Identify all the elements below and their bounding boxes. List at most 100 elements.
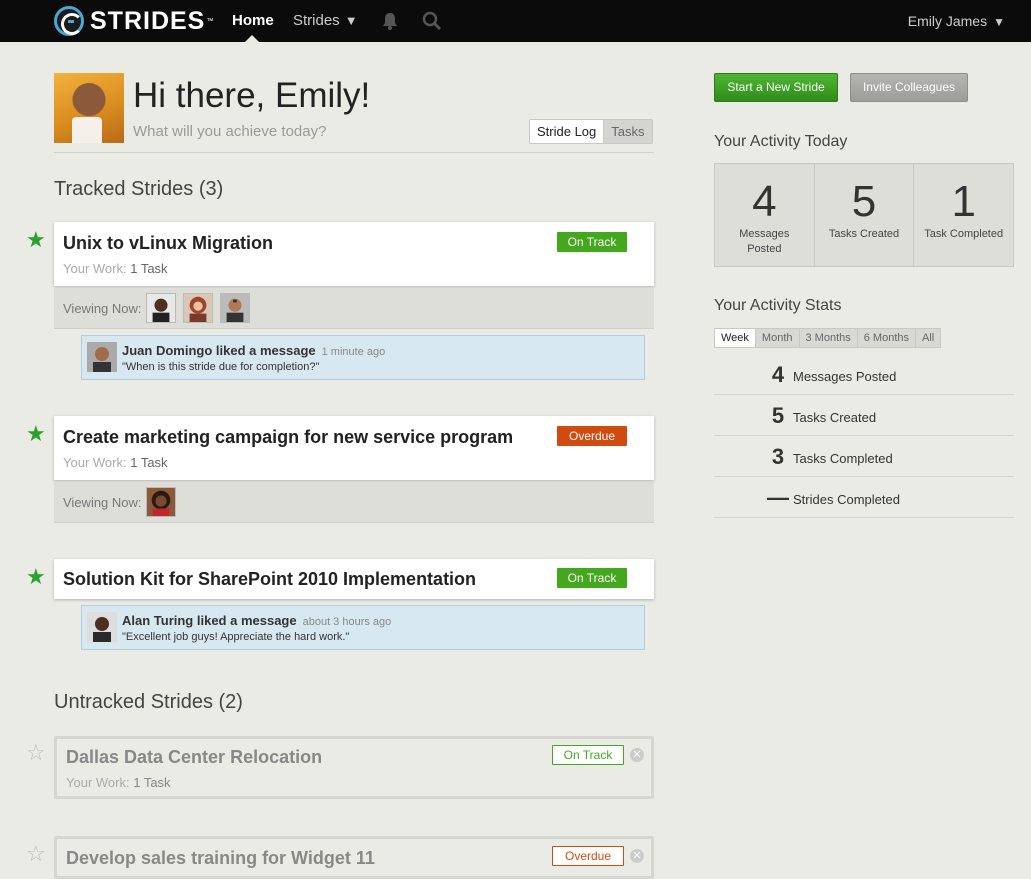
- activity-time: about 3 hours ago: [302, 616, 392, 628]
- activity-quote: "Excellent job guys! Appreciate the hard…: [122, 631, 350, 643]
- today-stat: 1 Task Completed: [914, 164, 1013, 266]
- today-stat-label: Messages Posted: [739, 228, 790, 255]
- stride-card[interactable]: Create marketing campaign for new servic…: [54, 416, 654, 480]
- stride-work: Your Work: 1 Task: [66, 775, 171, 790]
- status-badge[interactable]: On Track: [552, 745, 624, 765]
- tab-week[interactable]: Week: [715, 329, 755, 347]
- start-new-stride-button[interactable]: Start a New Stride: [714, 73, 838, 102]
- work-label: Your Work:: [63, 455, 127, 470]
- user-menu[interactable]: Emily James ▼: [908, 13, 1005, 29]
- stride-title[interactable]: Create marketing campaign for new servic…: [63, 427, 513, 448]
- viewing-now-bar: Viewing Now:: [54, 482, 654, 523]
- stride-title[interactable]: Dallas Data Center Relocation: [66, 747, 322, 768]
- stat-row: 3 Tasks Completed: [714, 436, 1014, 477]
- chevron-down-icon: ▼: [993, 15, 1005, 29]
- star-filled-icon[interactable]: ★: [26, 423, 46, 445]
- activity-actor[interactable]: Alan Turing liked a message: [122, 613, 297, 628]
- view-toggle: Stride Log Tasks: [529, 119, 653, 144]
- work-value[interactable]: 1 Task: [130, 455, 167, 470]
- today-stat: 5 Tasks Created: [815, 164, 915, 266]
- close-icon[interactable]: ✕: [630, 849, 644, 863]
- stride-card[interactable]: Solution Kit for SharePoint 2010 Impleme…: [54, 559, 654, 599]
- stat-label: Messages Posted: [793, 369, 897, 384]
- stride-title[interactable]: Develop sales training for Widget 11: [66, 848, 375, 869]
- activity-quote: "When is this stride due for completion?…: [122, 361, 320, 373]
- stat-value: —: [767, 485, 789, 510]
- status-badge[interactable]: On Track: [557, 568, 627, 588]
- activity-notification[interactable]: Alan Turing liked a message about 3 hours…: [81, 605, 645, 650]
- today-stat-label: Tasks Created: [828, 228, 900, 240]
- stride-card[interactable]: Unix to vLinux Migration Your Work: 1 Ta…: [54, 222, 654, 286]
- avatar[interactable]: [87, 342, 117, 372]
- tab-month[interactable]: Month: [754, 329, 799, 347]
- divider: [54, 152, 654, 153]
- stride-title[interactable]: Unix to vLinux Migration: [63, 233, 273, 254]
- stride-work: Your Work: 1 Task: [63, 261, 168, 276]
- active-nav-indicator: [245, 35, 259, 42]
- work-value[interactable]: 1 Task: [133, 775, 170, 790]
- tab-tasks[interactable]: Tasks: [603, 120, 652, 143]
- today-stat: 4 Messages Posted: [715, 164, 815, 266]
- strides-logo-icon: [54, 6, 84, 36]
- bell-icon[interactable]: [380, 11, 400, 36]
- stat-row: 4 Messages Posted: [714, 354, 1014, 395]
- status-badge[interactable]: On Track: [557, 232, 627, 252]
- stride-work: Your Work: 1 Task: [63, 455, 168, 470]
- stat-label: Strides Completed: [793, 492, 900, 507]
- work-label: Your Work:: [66, 775, 130, 790]
- today-stat-value: 1: [951, 177, 976, 226]
- stride-card[interactable]: Dallas Data Center Relocation Your Work:…: [54, 736, 654, 799]
- stat-row: 5 Tasks Created: [714, 395, 1014, 436]
- greeting-title: Hi there, Emily!: [133, 76, 371, 115]
- activity-text: Alan Turing liked a message about 3 hours…: [122, 613, 391, 628]
- untracked-strides-heading: Untracked Strides (2): [54, 691, 243, 713]
- tab-3-months[interactable]: 3 Months: [798, 329, 857, 347]
- star-outline-icon[interactable]: ☆: [26, 843, 46, 865]
- tab-stride-log[interactable]: Stride Log: [530, 120, 604, 143]
- star-outline-icon[interactable]: ☆: [26, 742, 46, 764]
- stride-title[interactable]: Solution Kit for SharePoint 2010 Impleme…: [63, 569, 476, 590]
- viewing-now-bar: Viewing Now:: [54, 288, 654, 329]
- top-navigation-bar: STRIDES ™ Home Strides ▼ Emily James ▼: [0, 0, 1031, 42]
- stat-row: — Strides Completed: [714, 477, 1014, 518]
- avatar[interactable]: [146, 487, 176, 517]
- user-avatar[interactable]: [54, 73, 124, 143]
- invite-colleagues-button[interactable]: Invite Colleagues: [850, 73, 968, 102]
- activity-today-panel: 4 Messages Posted 5 Tasks Created 1 Task…: [714, 163, 1014, 267]
- activity-time: 1 minute ago: [321, 346, 386, 358]
- chevron-down-icon: ▼: [344, 13, 358, 28]
- today-stat-label: Task Completed: [924, 228, 1004, 240]
- avatar[interactable]: [146, 293, 176, 323]
- nav-strides-label: Strides: [293, 12, 340, 29]
- avatar[interactable]: [220, 293, 250, 323]
- star-filled-icon[interactable]: ★: [26, 229, 46, 251]
- stat-label: Tasks Completed: [793, 451, 893, 466]
- tab-all[interactable]: All: [915, 329, 941, 347]
- close-icon[interactable]: ✕: [630, 748, 644, 762]
- search-icon[interactable]: [422, 11, 442, 36]
- tab-6-months[interactable]: 6 Months: [856, 329, 915, 347]
- stat-value: 5: [771, 403, 785, 428]
- stat-label: Tasks Created: [793, 410, 877, 425]
- activity-today-heading: Your Activity Today: [714, 133, 848, 150]
- activity-stats-heading: Your Activity Stats: [714, 297, 842, 314]
- star-filled-icon[interactable]: ★: [26, 566, 46, 588]
- period-tabs: Week Month 3 Months 6 Months All: [714, 328, 942, 348]
- activity-notification[interactable]: Juan Domingo liked a message 1 minute ago…: [81, 335, 645, 380]
- status-badge[interactable]: Overdue: [557, 426, 627, 446]
- avatar[interactable]: [87, 612, 117, 642]
- greeting-subtitle: What will you achieve today?: [133, 123, 327, 140]
- stat-value: 3: [771, 444, 785, 469]
- today-stat-value: 5: [851, 177, 877, 226]
- avatar[interactable]: [183, 293, 213, 323]
- nav-home-link[interactable]: Home: [232, 12, 274, 29]
- work-value[interactable]: 1 Task: [130, 261, 167, 276]
- nav-strides-menu[interactable]: Strides ▼: [293, 12, 358, 29]
- user-name: Emily James: [907, 13, 988, 29]
- work-label: Your Work:: [63, 261, 127, 276]
- stride-card[interactable]: Develop sales training for Widget 11 Ove…: [54, 836, 654, 879]
- viewing-now-label: Viewing Now:: [63, 495, 142, 510]
- status-badge[interactable]: Overdue: [552, 846, 624, 866]
- strides-logo[interactable]: STRIDES ™: [54, 6, 213, 36]
- activity-actor[interactable]: Juan Domingo liked a message: [122, 343, 316, 358]
